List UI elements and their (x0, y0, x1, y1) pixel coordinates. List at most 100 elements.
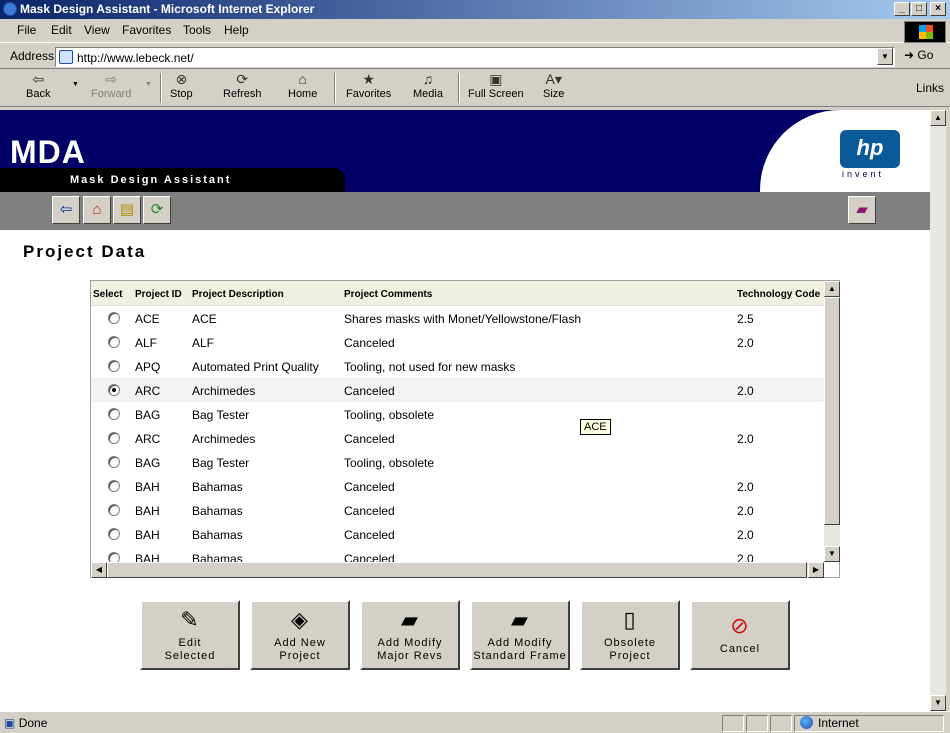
row-select-radio[interactable] (108, 312, 120, 324)
table-row[interactable]: APQ Automated Print Quality Tooling, not u… (91, 354, 824, 378)
page-scroll-down-button[interactable]: ▼ (930, 695, 946, 711)
nav-back-button[interactable]: ⇦ (52, 196, 80, 224)
add-major-label-1: Add Modify (377, 637, 443, 649)
row-select-radio[interactable] (108, 384, 120, 396)
page-icon (59, 50, 73, 64)
window-title: Mask Design Assistant - Microsoft Intern… (20, 2, 315, 16)
links-button[interactable]: Links (916, 81, 944, 95)
table-row[interactable]: ARC Archimedes Canceled 2.0 (91, 378, 824, 402)
nav-refresh-button[interactable]: ⟳ (143, 196, 171, 224)
add-new-project-button[interactable]: ◈ Add New Project (250, 600, 350, 670)
table-row[interactable]: ALF ALF Canceled 2.0 (91, 330, 824, 354)
cancel-label: Cancel (719, 643, 761, 655)
header-project-description: Project Description (192, 289, 284, 300)
row-select-radio[interactable] (108, 504, 120, 516)
fullscreen-button[interactable]: ▣ Full Screen (468, 71, 524, 100)
forward-dropdown-button[interactable]: ▼ (145, 81, 152, 88)
stop-button[interactable]: ⊗ Stop (170, 71, 193, 100)
text-size-icon: A▾ (545, 71, 562, 87)
address-dropdown-button[interactable]: ▼ (877, 48, 893, 65)
status-text: ▣ Done (4, 716, 47, 730)
table-row[interactable]: BAG Bag Tester Tooling, obsolete (91, 450, 824, 474)
table-vscroll-thumb[interactable] (824, 297, 840, 525)
minimize-button[interactable]: _ (894, 2, 910, 16)
table-row[interactable]: ACE ACE Shares masks with Monet/Yellowston… (91, 306, 824, 330)
cell-technology-code: 2.0 (737, 384, 754, 398)
add-frame-label-1: Add Modify (487, 637, 553, 649)
size-label: Size (543, 88, 565, 100)
media-button[interactable]: ♫ Media (413, 71, 443, 100)
table-row[interactable]: ARC Archimedes Canceled 2.0 (91, 426, 824, 450)
table-scroll-up-button[interactable]: ▲ (824, 281, 840, 297)
cancel-button[interactable]: ⊘ Cancel (690, 600, 790, 670)
cell-project-description: Automated Print Quality (192, 360, 319, 374)
table-row[interactable]: BAH Bahamas Canceled 2.0 (91, 498, 824, 522)
stop-icon: ⊗ (175, 71, 188, 87)
nav-help-button[interactable]: ▰ (848, 196, 876, 224)
go-button[interactable]: ➜ Go (904, 48, 933, 62)
menu-edit[interactable]: Edit (51, 23, 72, 37)
menu-favorites[interactable]: Favorites (122, 23, 171, 37)
cell-project-comments: Canceled (344, 336, 395, 350)
app-subtitle: Mask Design Assistant (70, 174, 232, 186)
address-bar: Address http://www.lebeck.net/ (0, 44, 950, 69)
page-viewport: MDA Mask Design Assistant hp invent ⇦ ⌂ … (0, 110, 930, 711)
close-button[interactable]: × (930, 2, 946, 16)
edit-label-1: Edit (178, 637, 202, 649)
back-button[interactable]: ⇦ Back (26, 71, 50, 100)
page-scroll-up-button[interactable]: ▲ (930, 110, 946, 126)
cell-project-comments: Tooling, obsolete (344, 456, 435, 470)
toolbar-separator (458, 73, 460, 103)
table-row[interactable]: BAH Bahamas Canceled 2.0 (91, 474, 824, 498)
table-hscroll-thumb[interactable] (107, 562, 807, 578)
size-button[interactable]: A▾ Size (543, 71, 564, 100)
page-vertical-scrollbar[interactable]: ▲ ▼ (930, 110, 946, 711)
cell-project-id: ARC (135, 432, 161, 446)
add-modify-standard-frame-button[interactable]: ▰ Add Modify Standard Frame (470, 600, 570, 670)
home-button[interactable]: ⌂ Home (288, 71, 317, 100)
folder-open-icon: ▰ (511, 607, 529, 632)
page-heading: Project Data (23, 242, 147, 261)
cell-project-description: Bahamas (192, 528, 243, 542)
cell-project-comments: Canceled (344, 432, 395, 446)
cell-project-description: Bag Tester (192, 456, 250, 470)
table-row[interactable]: BAH Bahamas Canceled 2.0 (91, 522, 824, 546)
row-select-radio[interactable] (108, 408, 120, 420)
menu-file[interactable]: File (17, 23, 36, 37)
nav-home-button[interactable]: ⌂ (83, 196, 111, 224)
edit-selected-button[interactable]: ✎ Edit Selected (140, 600, 240, 670)
menu-help[interactable]: Help (224, 23, 249, 37)
add-project-icon: ◈ (291, 607, 309, 632)
forward-button[interactable]: ⇨ Forward (91, 71, 131, 100)
table-row[interactable]: BAG Bag Tester Tooling, obsolete (91, 402, 824, 426)
row-select-radio[interactable] (108, 432, 120, 444)
back-dropdown-button[interactable]: ▼ (72, 81, 79, 88)
address-input[interactable]: http://www.lebeck.net/ (55, 47, 895, 67)
menu-tools[interactable]: Tools (183, 23, 211, 37)
nav-up-folder-button[interactable]: ▤ (113, 196, 141, 224)
folder-open-icon: ▰ (401, 607, 419, 632)
table-scroll-down-button[interactable]: ▼ (824, 546, 840, 562)
table-header: Select Project ID Project Description Pr… (91, 281, 824, 306)
obsolete-project-button[interactable]: ▯ Obsolete Project (580, 600, 680, 670)
table-scroll-right-button[interactable]: ▶ (808, 562, 824, 578)
refresh-button[interactable]: ⟳ Refresh (223, 71, 262, 100)
page-done-icon: ▣ (4, 716, 16, 730)
row-select-radio[interactable] (108, 456, 120, 468)
row-select-radio[interactable] (108, 336, 120, 348)
forward-arrow-icon: ⇨ (105, 71, 118, 87)
row-select-radio[interactable] (108, 360, 120, 372)
status-cell (770, 715, 792, 732)
favorites-button[interactable]: ★ Favorites (346, 71, 391, 100)
media-icon: ♫ (422, 71, 434, 87)
cell-project-comments: Tooling, not used for new masks (344, 360, 516, 374)
project-table: Select Project ID Project Description Pr… (90, 280, 840, 578)
cell-project-comments: Shares masks with Monet/Yellowstone/Flas… (344, 312, 581, 326)
row-select-radio[interactable] (108, 480, 120, 492)
row-select-radio[interactable] (108, 528, 120, 540)
menu-view[interactable]: View (84, 23, 110, 37)
add-modify-major-revs-button[interactable]: ▰ Add Modify Major Revs (360, 600, 460, 670)
cell-project-description: Bag Tester (192, 408, 250, 422)
table-scroll-left-button[interactable]: ◀ (91, 562, 107, 578)
maximize-button[interactable]: □ (911, 2, 927, 16)
